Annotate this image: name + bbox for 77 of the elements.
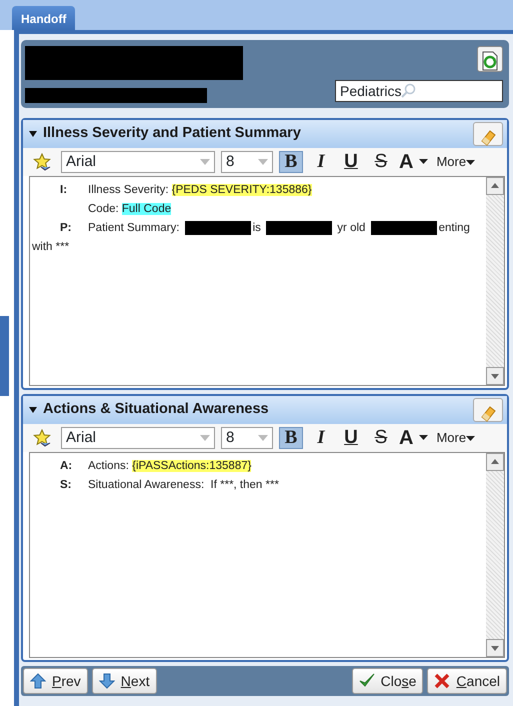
section-letter: I: <box>60 183 68 198</box>
star-icon <box>33 153 53 171</box>
close-button[interactable]: Close <box>352 668 424 694</box>
size-select[interactable]: 8 <box>221 151 273 173</box>
down-arrow-icon <box>98 672 115 690</box>
note-text: Illness Severity: <box>88 184 170 196</box>
caret-icon[interactable] <box>419 159 428 165</box>
search-icon <box>401 83 418 99</box>
dropdown-icon <box>258 435 268 441</box>
star-icon <box>33 429 53 447</box>
note-text: Code: <box>88 203 120 215</box>
next-button[interactable]: Next <box>92 668 157 694</box>
dropdown-icon <box>200 159 210 165</box>
size-value: 8 <box>226 428 234 448</box>
note-text: yr old <box>336 222 366 234</box>
scroll-up-icon[interactable] <box>486 453 504 471</box>
size-value: 8 <box>226 152 234 172</box>
font-select[interactable]: Arial <box>61 427 215 449</box>
dropdown-icon <box>258 159 268 165</box>
clear-button[interactable] <box>473 398 503 422</box>
section-title: Illness Severity and Patient Summary <box>43 124 301 144</box>
font-color-button[interactable]: A <box>399 152 414 172</box>
font-value: Arial <box>66 152 96 172</box>
note-text: enting <box>438 222 470 234</box>
splitter-handle[interactable] <box>0 316 9 396</box>
note-text: Actions: <box>88 460 130 472</box>
note-text: Situational Awareness: If ***, then *** <box>88 479 279 491</box>
underline-button[interactable]: U <box>339 427 363 449</box>
smart-field: {PEDS SEVERITY:135886} <box>172 184 312 196</box>
more-button[interactable]: More <box>434 428 478 448</box>
collapse-icon[interactable] <box>29 406 37 414</box>
strikethrough-button[interactable]: S <box>369 151 393 173</box>
scrollbar[interactable] <box>486 177 504 385</box>
search-value: Pediatrics <box>340 82 402 100</box>
section-letter: A: <box>60 459 74 474</box>
caret-icon[interactable] <box>419 435 428 441</box>
refresh-button[interactable] <box>477 46 503 72</box>
note-text: Patient Summary: <box>88 222 180 234</box>
scrollbar[interactable] <box>486 453 504 657</box>
caret-icon <box>466 160 476 166</box>
redaction-bar <box>184 220 251 235</box>
scroll-down-icon[interactable] <box>486 639 504 657</box>
smart-field: Full Code <box>122 203 172 215</box>
handoff-tab[interactable]: Handoff <box>12 6 76 30</box>
note-text: with *** <box>32 241 70 253</box>
bold-button[interactable]: B <box>279 151 303 173</box>
font-value: Arial <box>66 428 96 448</box>
redaction-bar <box>266 220 332 235</box>
clear-button[interactable] <box>473 122 503 146</box>
note-text: is <box>252 222 262 234</box>
up-arrow-icon <box>30 672 46 690</box>
prev-button[interactable]: Prev <box>23 668 88 694</box>
size-select[interactable]: 8 <box>221 427 273 449</box>
strikethrough-button[interactable]: S <box>369 427 393 449</box>
cancel-button[interactable]: Cancel <box>427 668 507 694</box>
service-search-field[interactable]: Pediatrics <box>335 80 503 102</box>
font-select[interactable]: Arial <box>61 151 215 173</box>
eraser-icon <box>479 404 497 422</box>
section-letter: S: <box>60 478 72 493</box>
section-letter: P: <box>60 221 72 236</box>
font-color-button[interactable]: A <box>399 428 414 448</box>
more-button[interactable]: More <box>434 152 478 172</box>
x-icon <box>434 672 450 690</box>
scroll-down-icon[interactable] <box>486 367 504 385</box>
eraser-icon <box>479 128 497 146</box>
scroll-up-icon[interactable] <box>486 177 504 195</box>
caret-icon <box>466 436 476 442</box>
italic-button[interactable]: I <box>309 151 333 173</box>
redaction-bar <box>370 220 437 235</box>
italic-button[interactable]: I <box>309 427 333 449</box>
note-editor[interactable]: I: Illness Severity: {PEDS SEVERITY:135886} Code: Full Code P: Patient Summary: is yr old enting with *** <box>29 176 505 386</box>
section-title: Actions & Situational Awareness <box>43 400 269 420</box>
bold-button[interactable]: B <box>279 427 303 449</box>
refresh-icon <box>480 50 500 71</box>
collapse-icon[interactable] <box>29 130 37 138</box>
dropdown-icon <box>200 435 210 441</box>
underline-button[interactable]: U <box>339 151 363 173</box>
